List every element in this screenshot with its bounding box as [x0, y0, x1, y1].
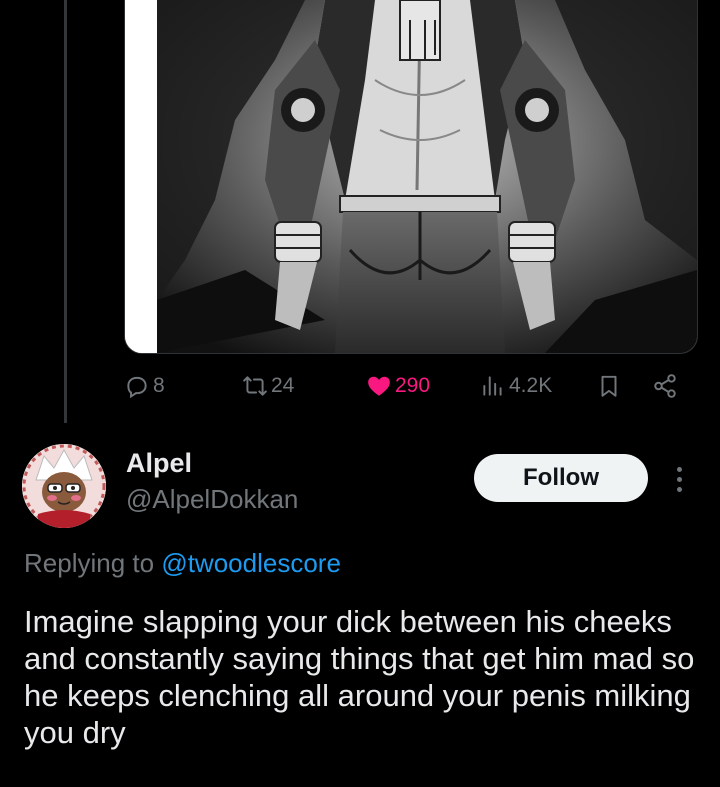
- display-name[interactable]: Alpel: [126, 448, 192, 479]
- bookmark-action[interactable]: [596, 368, 622, 404]
- bookmark-icon: [601, 375, 617, 397]
- views-count: 4.2K: [509, 374, 553, 397]
- more-dot: [676, 466, 682, 472]
- thread-connector-line: [64, 0, 67, 423]
- replying-to-label: Replying to: [24, 548, 155, 578]
- tweet-action-bar: 8 24 290 4.2K: [0, 368, 720, 404]
- like-count: 290: [395, 374, 431, 397]
- reply-text: Imagine slapping your dick between his c…: [24, 604, 695, 750]
- repost-action[interactable]: 24: [242, 368, 294, 404]
- more-options-button[interactable]: [666, 460, 692, 498]
- tweet-media-image[interactable]: [124, 0, 698, 354]
- follow-button[interactable]: Follow: [474, 454, 648, 502]
- views-action[interactable]: 4.2K: [480, 368, 552, 404]
- reply-icon: [127, 376, 147, 399]
- avatar[interactable]: [22, 444, 106, 528]
- user-handle[interactable]: @AlpelDokkan: [126, 484, 298, 515]
- heart-icon: [368, 376, 390, 396]
- repost-icon: [243, 376, 267, 396]
- manga-panel-illustration: [125, 0, 697, 353]
- avatar-illustration: [22, 444, 106, 528]
- replying-to-line: Replying to @twoodlescore: [24, 548, 341, 579]
- reply-action[interactable]: 8: [124, 368, 165, 404]
- share-action[interactable]: [652, 368, 678, 404]
- views-icon: [483, 376, 502, 396]
- replying-to-mention[interactable]: @twoodlescore: [161, 548, 341, 578]
- repost-count: 24: [271, 374, 295, 397]
- like-action[interactable]: 290: [366, 368, 430, 404]
- reply-count: 8: [153, 374, 165, 397]
- more-dot: [676, 476, 682, 482]
- more-dot: [676, 486, 682, 492]
- share-icon: [654, 374, 676, 398]
